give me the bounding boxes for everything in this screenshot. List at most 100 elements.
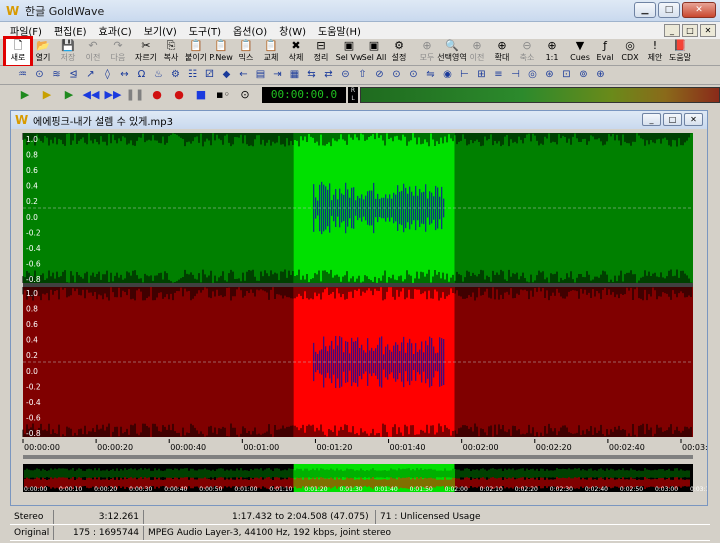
effect-tool-icon[interactable]: ⊢ [456, 67, 473, 83]
effect-tool-icon[interactable]: ⇆ [303, 67, 320, 83]
effect-tool-icon[interactable]: ↗ [82, 67, 99, 83]
toolbar-button-delete[interactable]: ✖ 삭제 [284, 39, 308, 65]
effect-tool-icon[interactable]: ↔ [116, 67, 133, 83]
menu-window[interactable]: 창(W) [273, 23, 312, 38]
toolbar-button-paste[interactable]: 📋 붙이기 [184, 39, 208, 65]
toolbar-button-select-all[interactable]: ▣ Sel All [362, 39, 387, 65]
toolbar-button-mix[interactable]: 📋 믹스 [234, 39, 258, 65]
effect-tool-icon[interactable]: ◉ [439, 67, 456, 83]
toolbar-button-paste-new[interactable]: 📋 P.New [209, 39, 233, 65]
toolbar-button-save[interactable]: 💾 저장 [56, 39, 80, 65]
close-button[interactable]: ✕ [682, 2, 716, 18]
minimize-button[interactable]: ▁ [634, 2, 656, 18]
menu-file[interactable]: 파일(F) [4, 23, 48, 38]
status-format: MPEG Audio Layer-3, 44100 Hz, 192 kbps, … [148, 527, 392, 538]
level-meter [360, 86, 720, 103]
eval-icon: ƒ [603, 39, 607, 52]
effect-tool-icon[interactable]: ⇥ [269, 67, 286, 83]
menu-effects[interactable]: 효과(C) [93, 23, 138, 38]
stop-icon[interactable]: ■ [190, 87, 212, 103]
effect-tool-icon[interactable]: ⊛ [541, 67, 558, 83]
play-selection-icon[interactable]: ▶ [36, 87, 58, 103]
effect-tool-icon[interactable]: ⊙ [405, 67, 422, 83]
effect-tool-icon[interactable]: ⊙ [388, 67, 405, 83]
toolbar-button-label: 설정 [391, 53, 407, 62]
effect-tool-icon[interactable]: ◆ [218, 67, 235, 83]
pause-icon[interactable]: ❚❚ [124, 87, 146, 103]
play-icon[interactable]: ▶ [14, 87, 36, 103]
toolbar-button-undo[interactable]: ↶ 이전 [81, 39, 105, 65]
menu-options[interactable]: 옵션(O) [227, 23, 273, 38]
effect-tool-icon[interactable]: ▦ [286, 67, 303, 83]
effect-tool-icon[interactable]: ← [235, 67, 252, 83]
record-icon[interactable]: ● [146, 87, 168, 103]
toolbar-button-trim[interactable]: ⊟ 정리 [309, 39, 333, 65]
effect-tool-icon[interactable]: ⊕ [592, 67, 609, 83]
effect-tool-icon[interactable]: ◊ [99, 67, 116, 83]
effect-tool-icon[interactable]: ◎ [524, 67, 541, 83]
toolbar-button-redo[interactable]: ↷ 다음 [106, 39, 130, 65]
mdi-restore-button[interactable]: □ [682, 24, 698, 37]
toolbar-button-eval[interactable]: ƒ Eval [593, 39, 617, 65]
effect-tool-icon[interactable]: ⇧ [354, 67, 371, 83]
fast-forward-icon[interactable]: ▶▶ [102, 87, 124, 103]
toolbar-button-zoom-out[interactable]: ⊖ 축소 [515, 39, 539, 65]
toolbar-button-suggest[interactable]: ! 제안 [643, 39, 667, 65]
effect-tool-icon[interactable]: ♒ [14, 67, 31, 83]
effect-tool-icon[interactable]: ▤ [252, 67, 269, 83]
mdi-minimize-button[interactable]: _ [664, 24, 680, 37]
effect-tool-icon[interactable]: ♨ [150, 67, 167, 83]
effect-tool-icon[interactable]: ⊣ [507, 67, 524, 83]
toolbar-button-cd[interactable]: ◎ CDX [618, 39, 642, 65]
effect-tool-icon[interactable]: ⚙ [167, 67, 184, 83]
toolbar-button-zoom-selection[interactable]: 🔍 선택영역 [437, 39, 466, 65]
effect-tool-icon[interactable]: ⊴ [65, 67, 82, 83]
menu-tools[interactable]: 도구(T) [183, 23, 227, 38]
effect-tool-icon[interactable]: ⊞ [473, 67, 490, 83]
waveform-area[interactable]: 1.0 0.8 0.6 0.4 0.2 0.0 -0.2 -0.4 -0.6 -0.8 1.0 0.8… [11, 129, 707, 505]
effect-tool-icon[interactable]: ⚂ [201, 67, 218, 83]
rewind-icon[interactable]: ◀◀ [80, 87, 102, 103]
record-selection-icon[interactable]: ● [168, 87, 190, 103]
effect-tool-icon[interactable]: ⇋ [422, 67, 439, 83]
toolbar-button-label: 다음 [110, 53, 126, 62]
document-title-bar[interactable]: W 에에핑크-내가 설렘 수 있게.mp3 _ □ ✕ [11, 111, 707, 129]
doc-maximize-button[interactable]: □ [663, 113, 682, 126]
toolbar-button-help-book[interactable]: 📕 도움말 [668, 39, 692, 65]
doc-minimize-button[interactable]: _ [642, 113, 661, 126]
effect-tool-icon[interactable]: ⊙ [31, 67, 48, 83]
toolbar-button-cut[interactable]: ✂ 자르기 [134, 39, 158, 65]
toolbar-button-open-folder[interactable]: 📂 열기 [31, 39, 55, 65]
doc-close-button[interactable]: ✕ [684, 113, 703, 126]
effect-tool-icon[interactable]: ⊘ [371, 67, 388, 83]
horizontal-scrollbar[interactable] [23, 455, 693, 459]
effect-tool-icon[interactable]: ≋ [48, 67, 65, 83]
play-from-icon[interactable]: ▶ [58, 87, 80, 103]
menu-edit[interactable]: 편집(E) [48, 23, 93, 38]
toolbar-button-zoom-1to1[interactable]: ⊕ 1:1 [540, 39, 564, 65]
toolbar-button-set[interactable]: ⚙ 설정 [387, 39, 411, 65]
settings-icon[interactable]: ⊙ [234, 87, 256, 103]
toolbar-button-replace[interactable]: 📋 교체 [259, 39, 283, 65]
effect-tool-icon[interactable]: ⊝ [337, 67, 354, 83]
toolbar-button-zoom-all[interactable]: ⊕ 모두 [415, 39, 439, 65]
toolbar-button-zoom-previous[interactable]: ⊕ 이전 [465, 39, 489, 65]
toolbar-button-cues[interactable]: ▼ Cues [568, 39, 592, 65]
effect-tool-icon[interactable]: Ω [133, 67, 150, 83]
toolbar-button-select-view[interactable]: ▣ Sel Vw [336, 39, 363, 65]
effect-tool-icon[interactable]: ☷ [184, 67, 201, 83]
main-toolbar: 🗋 새로 📂 열기 💾 저장 ↶ 이전 ↷ 다음 ✂ 자르기 ⎘ 복사 📋 붙이기 📋 P.New 📋 믹스 📋 교체 ✖ 삭… [0, 36, 720, 68]
effect-tool-icon[interactable]: ⇄ [320, 67, 337, 83]
toolbar-button-copy[interactable]: ⎘ 복사 [159, 39, 183, 65]
effect-tool-icon[interactable]: ⊡ [558, 67, 575, 83]
toolbar-button-new-file[interactable]: 🗋 새로 [3, 36, 33, 68]
menu-view[interactable]: 보기(V) [138, 23, 183, 38]
effect-tool-icon[interactable]: ≡ [490, 67, 507, 83]
effect-tool-icon[interactable]: ⊚ [575, 67, 592, 83]
monitor-icon[interactable]: ▪◦ [212, 87, 234, 103]
maximize-button[interactable]: □ [658, 2, 680, 18]
waveform-display[interactable]: 1.0 0.8 0.6 0.4 0.2 0.0 -0.2 -0.4 -0.6 -0.8 1.0 0.8… [11, 129, 707, 505]
mdi-close-button[interactable]: ✕ [700, 24, 716, 37]
menu-help[interactable]: 도움말(H) [312, 23, 367, 38]
toolbar-button-zoom-in[interactable]: ⊕ 확대 [490, 39, 514, 65]
